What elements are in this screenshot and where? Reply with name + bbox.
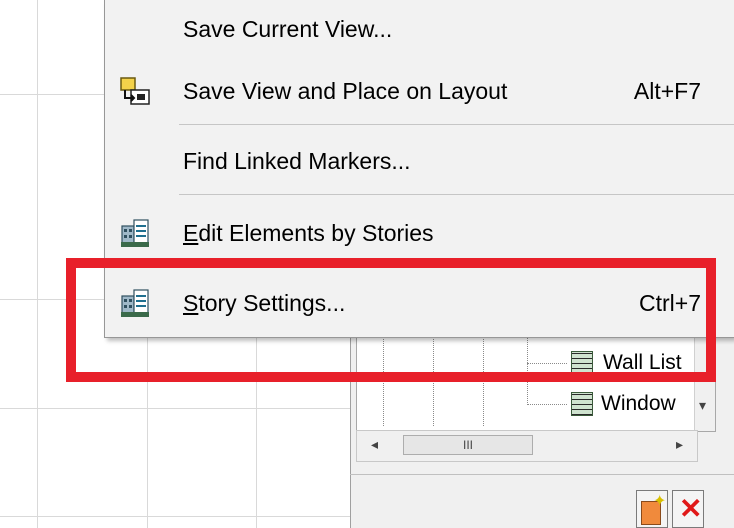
menu-item-edit-elements-by-stories[interactable]: Edit Elements by Stories	[105, 206, 734, 262]
menu-item-story-settings[interactable]: Story Settings... Ctrl+7	[105, 276, 734, 332]
grid-line	[0, 94, 104, 95]
menu-separator	[179, 124, 734, 125]
story-settings-icon	[121, 289, 149, 317]
stories-icon	[121, 219, 149, 247]
place-on-layout-icon	[120, 77, 150, 105]
divider	[350, 474, 734, 475]
grid-line	[0, 516, 350, 517]
menu-item-save-view-place-layout[interactable]: Save View and Place on Layout Alt+F7	[105, 64, 734, 120]
grid-line	[0, 299, 104, 300]
delete-x-icon: ✕	[679, 493, 703, 524]
menu-item-shortcut: Ctrl+7	[639, 290, 701, 316]
tree-item-window[interactable]: Window	[527, 389, 676, 419]
new-item-button[interactable]: ✦	[636, 490, 668, 528]
menu-separator	[179, 194, 734, 195]
menu-item-shortcut: Alt+F7	[633, 78, 701, 104]
menu-item-label: Find Linked Markers...	[183, 148, 411, 174]
scrollbar-thumb[interactable]: III	[403, 435, 533, 455]
menu-item-label: Save View and Place on Layout	[183, 78, 508, 104]
grid-line	[0, 408, 350, 409]
delete-button[interactable]: ✕	[672, 490, 704, 528]
scroll-down-arrow-icon[interactable]: ▾	[699, 397, 706, 414]
schedule-list-icon	[571, 351, 593, 375]
tree-item-wall-list[interactable]: Wall List	[527, 348, 684, 378]
menu-item-label: Edit Elements by Stories	[183, 220, 434, 246]
sparkle-icon: ✦	[653, 493, 667, 510]
tree-item-label: Window	[601, 392, 676, 415]
scroll-left-arrow-icon[interactable]: ◂	[371, 436, 378, 453]
tree-item-label: Wall List	[601, 351, 684, 375]
menu-item-find-linked-markers[interactable]: Find Linked Markers...	[105, 134, 734, 190]
grid-line	[37, 0, 38, 528]
schedule-list-icon	[571, 392, 593, 416]
menu-item-label: Story Settings...	[183, 290, 346, 316]
context-menu: Save Current View... Save View and Place…	[104, 0, 734, 338]
scroll-right-arrow-icon[interactable]: ▸	[676, 436, 683, 453]
menu-item-label: Save Current View...	[183, 16, 393, 42]
menu-item-save-current-view[interactable]: Save Current View...	[105, 2, 734, 58]
horizontal-scrollbar[interactable]: ◂ III ▸	[356, 430, 698, 462]
